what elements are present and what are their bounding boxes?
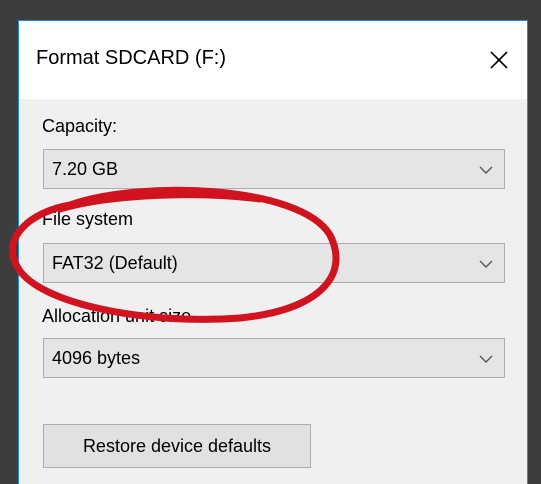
chevron-down-icon: [479, 355, 493, 363]
capacity-label: Capacity:: [42, 116, 118, 136]
close-icon: [490, 51, 508, 69]
allocation-unit-label: Allocation unit size: [42, 306, 192, 326]
restore-defaults-button[interactable]: Restore device defaults: [43, 424, 311, 468]
file-system-select[interactable]: FAT32 (Default): [43, 243, 505, 283]
file-system-label: File system: [42, 209, 134, 229]
window-title: Format SDCARD (F:): [36, 47, 226, 69]
format-dialog: Format SDCARD (F:) Capacity: 7.20 GB Fil…: [18, 20, 528, 484]
screenshot-stage: Format SDCARD (F:) Capacity: 7.20 GB Fil…: [0, 0, 541, 484]
close-button[interactable]: [471, 21, 527, 99]
allocation-unit-value: 4096 bytes: [52, 348, 141, 368]
capacity-select[interactable]: 7.20 GB: [43, 149, 505, 189]
title-bar: Format SDCARD (F:): [19, 21, 527, 99]
chevron-down-icon: [479, 260, 493, 268]
chevron-down-icon: [479, 166, 493, 174]
allocation-unit-select[interactable]: 4096 bytes: [43, 338, 505, 378]
capacity-value: 7.20 GB: [52, 159, 119, 179]
file-system-value: FAT32 (Default): [52, 253, 178, 273]
